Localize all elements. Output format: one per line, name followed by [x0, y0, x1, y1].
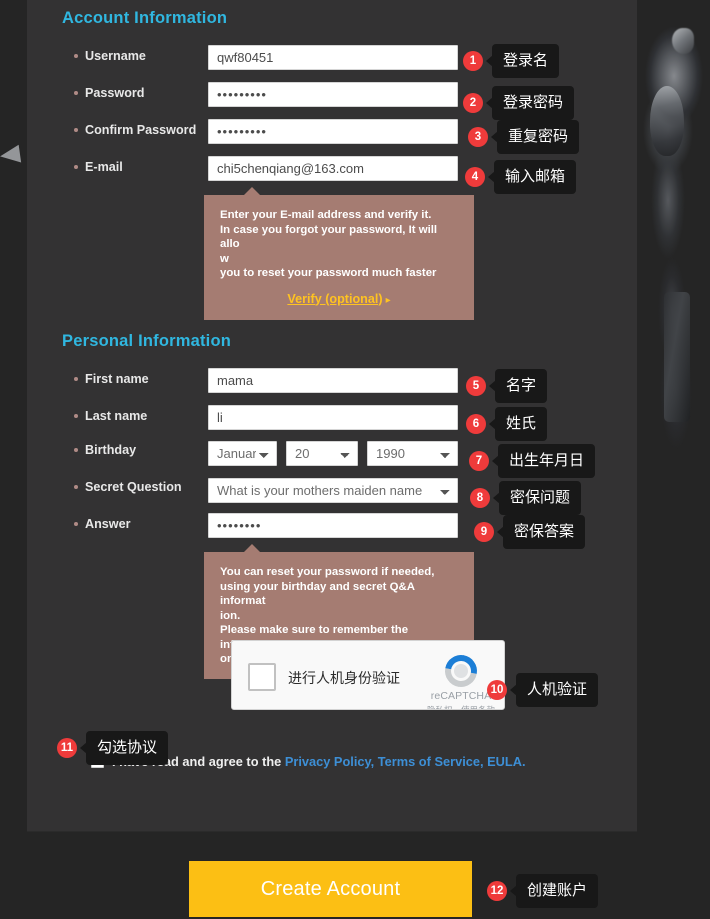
- label-username: Username: [74, 49, 146, 63]
- annotation-label: 重复密码: [490, 120, 580, 154]
- bullet-icon: [74, 376, 78, 381]
- recaptcha-label: 进行人机身份验证: [288, 671, 400, 687]
- bullet-icon: [74, 127, 78, 132]
- birthday-month-select[interactable]: January: [208, 441, 277, 466]
- secret-tooltip-line-3: ion.: [220, 609, 241, 622]
- annotation-number: 9: [474, 522, 494, 542]
- annotation-number: 10: [487, 680, 507, 700]
- answer-input[interactable]: [208, 513, 458, 538]
- annotation-9: 9 密保答案: [474, 515, 586, 549]
- label-last-name: Last name: [74, 409, 147, 423]
- recaptcha-legal-text: 隐私权 - 使用条款: [426, 704, 496, 709]
- email-input[interactable]: [208, 156, 458, 181]
- email-tooltip-line-3: w: [220, 252, 229, 265]
- annotation-number: 12: [487, 881, 507, 901]
- agreement-text: I have read and agree to the Privacy Pol…: [112, 754, 526, 769]
- annotation-10: 10 人机验证: [487, 673, 599, 707]
- annotation-number: 4: [465, 167, 485, 187]
- eula-link[interactable]: EULA.: [484, 754, 525, 769]
- label-email: E-mail: [74, 160, 123, 174]
- annotation-number: 2: [463, 93, 483, 113]
- username-input[interactable]: [208, 45, 458, 70]
- annotation-1: 1 登录名: [463, 44, 560, 78]
- annotation-7: 7 出生年月日: [469, 444, 596, 478]
- annotation-label: 登录名: [485, 44, 560, 78]
- bullet-icon: [74, 90, 78, 95]
- label-confirm-password: Confirm Password: [74, 123, 196, 137]
- birthday-day-select[interactable]: 20: [286, 441, 358, 466]
- annotation-number: 3: [468, 127, 488, 147]
- character-silhouette: [628, 10, 710, 450]
- secret-question-select[interactable]: What is your mothers maiden name: [208, 478, 458, 503]
- annotation-label: 勾选协议: [79, 731, 169, 765]
- bullet-icon: [74, 53, 78, 58]
- annotation-label: 密保问题: [492, 481, 582, 515]
- birthday-year-select[interactable]: 1990: [367, 441, 458, 466]
- annotation-11: 11 勾选协议: [57, 731, 169, 765]
- label-first-name: First name: [74, 372, 149, 386]
- annotation-label: 创建账户: [509, 874, 599, 908]
- email-tooltip-line-4: you to reset your password much faster: [220, 267, 437, 279]
- bullet-icon: [74, 447, 78, 452]
- secret-tooltip-line-2: using your birthday and secret Q&A infor…: [220, 580, 415, 608]
- bullet-icon: [74, 413, 78, 418]
- first-name-input[interactable]: [208, 368, 458, 393]
- verify-link-text: Verify (optional): [287, 291, 383, 306]
- recaptcha-brand: reCAPTCHA 隐私权 - 使用条款: [426, 648, 496, 709]
- privacy-policy-link[interactable]: Privacy Policy,: [285, 754, 374, 769]
- label-secret-question: Secret Question: [74, 480, 182, 494]
- create-account-button[interactable]: Create Account: [189, 861, 472, 917]
- secret-tooltip-line-1: You can reset your password if needed,: [220, 566, 435, 578]
- annotation-label: 名字: [488, 369, 548, 403]
- email-tooltip-line-1: Enter your E-mail address and verify it.: [220, 209, 432, 221]
- weapon-shape: [664, 292, 690, 422]
- last-name-input[interactable]: [208, 405, 458, 430]
- annotation-12: 12 创建账户: [487, 874, 599, 908]
- annotation-label: 密保答案: [496, 515, 586, 549]
- recaptcha-brand-name: reCAPTCHA: [430, 690, 492, 702]
- left-arrow-triangle: [0, 144, 22, 166]
- label-password: Password: [74, 86, 145, 100]
- annotation-5: 5 名字: [466, 369, 548, 403]
- bullet-icon: [74, 484, 78, 489]
- annotation-number: 1: [463, 51, 483, 71]
- section-title-personal: Personal Information: [62, 332, 232, 350]
- annotation-label: 出生年月日: [491, 444, 596, 478]
- recaptcha-widget[interactable]: 进行人机身份验证 reCAPTCHA 隐私权 - 使用条款: [231, 640, 505, 710]
- annotation-label: 姓氏: [488, 407, 548, 441]
- annotation-number: 6: [466, 414, 486, 434]
- annotation-4: 4 输入邮箱: [465, 160, 577, 194]
- email-info-tooltip: Enter your E-mail address and verify it.…: [204, 187, 474, 320]
- label-answer: Answer: [74, 517, 131, 531]
- annotation-label: 登录密码: [485, 86, 575, 120]
- terms-of-service-link[interactable]: Terms of Service,: [374, 754, 484, 769]
- helmet-visor: [650, 86, 684, 156]
- bullet-icon: [74, 521, 78, 526]
- annotation-label: 输入邮箱: [487, 160, 577, 194]
- left-arrow-icon: [0, 140, 26, 170]
- tooltip-arrow: [244, 187, 260, 195]
- email-tooltip-line-2: In case you forgot your password, It wil…: [220, 223, 438, 251]
- chevron-right-icon: ▸: [385, 294, 391, 306]
- bullet-icon: [74, 164, 78, 169]
- annotation-number: 8: [470, 488, 490, 508]
- annotation-number: 5: [466, 376, 486, 396]
- annotation-8: 8 密保问题: [470, 481, 582, 515]
- annotation-label: 人机验证: [509, 673, 599, 707]
- label-birthday: Birthday: [74, 443, 136, 457]
- annotation-number: 11: [57, 738, 77, 758]
- recaptcha-logo-inner: [454, 664, 468, 678]
- annotation-2: 2 登录密码: [463, 86, 575, 120]
- recaptcha-logo-icon: [438, 648, 484, 694]
- annotation-number: 7: [469, 451, 489, 471]
- tooltip-arrow: [244, 544, 260, 552]
- recaptcha-checkbox[interactable]: [248, 663, 276, 691]
- confirm-password-input[interactable]: [208, 119, 458, 144]
- annotation-6: 6 姓氏: [466, 407, 548, 441]
- section-title-account: Account Information: [62, 9, 228, 27]
- password-input[interactable]: [208, 82, 458, 107]
- helmet-highlight: [672, 28, 694, 54]
- verify-optional-link[interactable]: Verify (optional) ▸: [220, 292, 458, 309]
- annotation-3: 3 重复密码: [468, 120, 580, 154]
